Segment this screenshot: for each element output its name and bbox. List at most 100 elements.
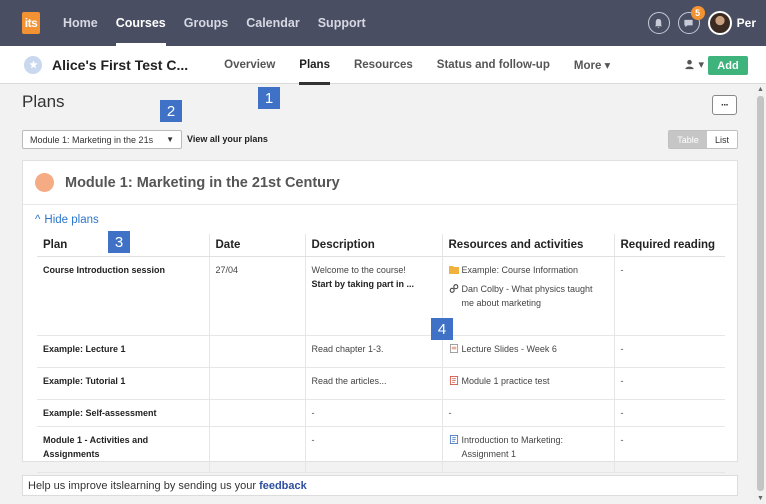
- chevron-up-icon: ^: [35, 214, 41, 226]
- plan-description: Welcome to the course! Start by taking p…: [305, 256, 443, 336]
- plan-reading: -: [614, 256, 725, 336]
- plan-description: Read chapter 1-3.: [305, 335, 443, 368]
- tab-status-follow-up[interactable]: Status and follow-up: [425, 46, 562, 84]
- plan-resources: -: [442, 399, 615, 427]
- resource-link[interactable]: Example: Course Information: [462, 263, 579, 277]
- column-header-description: Description: [305, 234, 443, 257]
- plan-name[interactable]: Module 1 - Activities and Assignments: [37, 426, 210, 473]
- page-scrollbar[interactable]: ▲ ▼: [754, 84, 766, 504]
- course-header-bar: Alice's First Test C... Overview Plans R…: [0, 46, 766, 85]
- plan-reading: -: [614, 399, 725, 427]
- plan-name[interactable]: Example: Lecture 1: [37, 335, 210, 368]
- itslearning-logo[interactable]: its: [22, 12, 40, 34]
- view-all-plans-link[interactable]: View all your plans: [187, 134, 268, 144]
- column-header-reading: Required reading: [614, 234, 725, 257]
- table-row[interactable]: Module 1 - Activities and Assignments - …: [37, 426, 725, 473]
- plans-table: Plan Date Description Resources and acti…: [37, 234, 725, 473]
- assignment-icon: [449, 434, 458, 444]
- table-row[interactable]: Example: Tutorial 1 Read the articles...…: [37, 367, 725, 400]
- scroll-up-arrow-icon[interactable]: ▲: [757, 86, 764, 93]
- column-header-resources: Resources and activities: [442, 234, 615, 257]
- annotation-marker-1: 1: [258, 87, 280, 109]
- resource-link[interactable]: Lecture Slides - Week 6: [462, 342, 557, 356]
- plan-reading: -: [614, 426, 725, 473]
- plan-resources: Module 1 practice test: [442, 367, 615, 400]
- scroll-down-arrow-icon[interactable]: ▼: [757, 495, 764, 502]
- plan-description: Read the articles...: [305, 367, 443, 400]
- module-heading[interactable]: Module 1: Marketing in the 21st Century: [65, 175, 340, 191]
- nav-calendar[interactable]: Calendar: [237, 0, 309, 46]
- table-header-row: Plan Date Description Resources and acti…: [37, 234, 725, 257]
- resource-item[interactable]: Example: Course Information: [448, 263, 608, 277]
- messages-button[interactable]: 5: [677, 6, 705, 34]
- plan-name[interactable]: Example: Self-assessment: [37, 399, 210, 427]
- plan-resources: Introduction to Marketing: Assignment 1: [442, 426, 615, 473]
- plan-name[interactable]: Course Introduction session: [37, 256, 210, 336]
- page-title: Plans: [22, 92, 65, 111]
- user-avatar[interactable]: [707, 11, 732, 35]
- tab-more[interactable]: More ▾: [562, 46, 622, 84]
- notifications-bell-icon[interactable]: [647, 12, 670, 34]
- resource-item[interactable]: Module 1 practice test: [449, 374, 608, 388]
- resource-link[interactable]: Introduction to Marketing: Assignment 1: [462, 433, 608, 461]
- messages-count-badge: 5: [690, 6, 705, 20]
- resource-link[interactable]: Module 1 practice test: [462, 374, 550, 388]
- module-color-dot: [35, 173, 54, 192]
- person-icon: [685, 59, 695, 70]
- annotation-marker-4: 4: [431, 318, 453, 340]
- table-row[interactable]: Course Introduction session 27/04 Welcom…: [37, 256, 725, 336]
- nav-courses[interactable]: Courses: [107, 0, 175, 46]
- user-name[interactable]: Per: [737, 16, 756, 30]
- top-nav-bar: its Home Courses Groups Calendar Support…: [0, 0, 766, 46]
- module-select-value: Module 1: Marketing in the 21s: [30, 134, 154, 145]
- add-button[interactable]: Add: [708, 56, 748, 75]
- plan-name[interactable]: Example: Tutorial 1: [37, 367, 210, 400]
- plan-date: [209, 426, 306, 473]
- feedback-bar: Help us improve itslearning by sending u…: [22, 475, 738, 496]
- feedback-link[interactable]: feedback: [259, 480, 307, 492]
- description-emphasis: Start by taking part in ...: [311, 278, 415, 289]
- link-icon: [449, 283, 458, 293]
- tab-resources[interactable]: Resources: [342, 46, 425, 84]
- course-title[interactable]: Alice's First Test C...: [52, 57, 188, 73]
- toggle-list-button[interactable]: List: [707, 131, 737, 148]
- test-icon: [449, 375, 458, 385]
- nav-groups[interactable]: Groups: [175, 0, 237, 46]
- plan-date: [209, 367, 306, 400]
- plan-date: [209, 335, 306, 368]
- plan-date: [209, 399, 306, 427]
- module-card-header: Module 1: Marketing in the 21st Century: [23, 161, 737, 205]
- nav-home[interactable]: Home: [54, 0, 107, 46]
- resource-item[interactable]: Dan Colby - What physics taught me about…: [449, 282, 608, 310]
- hide-plans-toggle[interactable]: ^ Hide plans: [35, 214, 99, 226]
- table-row[interactable]: Example: Self-assessment - - -: [37, 399, 725, 427]
- resource-link[interactable]: Dan Colby - What physics taught me about…: [462, 282, 608, 310]
- participants-menu[interactable]: ▾: [684, 58, 704, 71]
- description-text: Welcome to the course!: [311, 264, 406, 275]
- tab-plans[interactable]: Plans: [287, 46, 342, 85]
- resource-item[interactable]: Introduction to Marketing: Assignment 1: [449, 433, 608, 461]
- chevron-down-icon: ▾: [698, 59, 704, 71]
- annotation-marker-3: 3: [108, 231, 130, 253]
- plan-date: 27/04: [209, 256, 306, 336]
- message-bubble-icon: [684, 19, 693, 27]
- toggle-table-button[interactable]: Table: [669, 131, 707, 148]
- plan-resources: Lecture Slides - Week 6: [442, 335, 615, 368]
- plan-description: -: [305, 399, 443, 427]
- nav-support[interactable]: Support: [309, 0, 375, 46]
- plan-resources: Example: Course Information Dan Colby - …: [442, 256, 615, 336]
- feedback-text: Help us improve itslearning by sending u…: [28, 479, 257, 492]
- scrollbar-thumb[interactable]: [757, 96, 764, 491]
- course-icon: [24, 55, 42, 74]
- more-options-button[interactable]: ···: [712, 95, 737, 115]
- folder-icon: [448, 265, 459, 274]
- column-header-date: Date: [209, 234, 306, 257]
- plan-description: -: [305, 426, 443, 473]
- tab-overview[interactable]: Overview: [212, 46, 287, 84]
- annotation-marker-2: 2: [160, 100, 182, 122]
- module-select[interactable]: Module 1: Marketing in the 21s ▼: [22, 130, 182, 149]
- table-row[interactable]: Example: Lecture 1 Read chapter 1-3. Lec…: [37, 335, 725, 368]
- resource-item[interactable]: Lecture Slides - Week 6: [449, 342, 608, 356]
- plan-reading: -: [614, 367, 725, 400]
- caret-down-icon: ▼: [166, 135, 174, 144]
